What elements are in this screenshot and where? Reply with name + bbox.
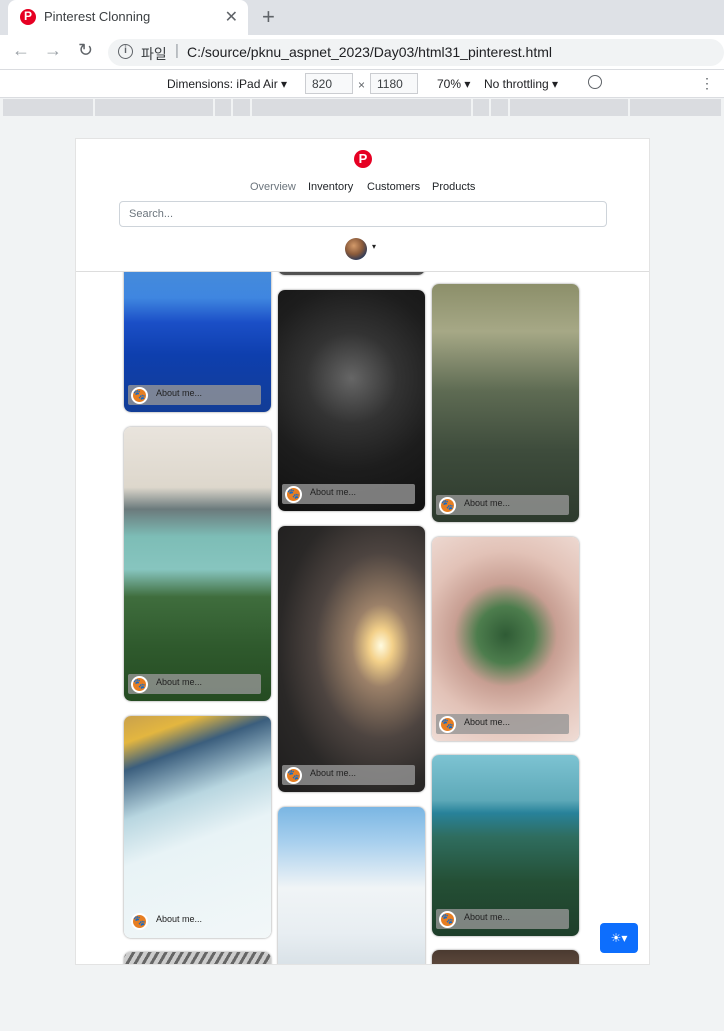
page-header: P Overview Inventory Customers Products … xyxy=(76,139,649,272)
nav-link-products[interactable]: Products xyxy=(432,181,475,193)
media-query-ruler[interactable] xyxy=(3,99,721,116)
card-caption-text: About me... xyxy=(464,717,511,727)
theme-toggle-button[interactable]: ☀▾ xyxy=(600,923,638,953)
browser-tab[interactable]: Pinterest Clonning ✕ xyxy=(8,0,248,35)
pin-card[interactable]: 🐾 About me... xyxy=(278,526,425,792)
paw-avatar-icon: 🐾 xyxy=(131,387,148,404)
paw-avatar-icon: 🐾 xyxy=(439,497,456,514)
card-caption-text: About me... xyxy=(310,487,357,497)
nav-link-inventory[interactable]: Inventory xyxy=(308,181,353,193)
pin-card[interactable]: 🐾 About me... xyxy=(278,290,425,511)
card-caption: 🐾 About me... xyxy=(436,495,569,515)
paw-avatar-icon: 🐾 xyxy=(131,676,148,693)
dimension-times-sign: × xyxy=(358,78,366,92)
user-avatar[interactable] xyxy=(345,238,367,260)
back-arrow-icon[interactable]: ← xyxy=(12,40,30,61)
tab-title: Pinterest Clonning xyxy=(44,9,151,24)
paw-avatar-icon: 🐾 xyxy=(285,767,302,784)
search-input[interactable] xyxy=(119,201,607,227)
tab-close-icon[interactable]: ✕ xyxy=(225,7,238,27)
card-caption-text: About me... xyxy=(464,912,511,922)
pin-card[interactable]: 🐾 About me... xyxy=(124,427,271,701)
browser-toolbar: ← → ↻ i 파일 | C:/source/pknu_aspnet_2023/… xyxy=(0,35,724,70)
card-caption: 🐾 About me... xyxy=(282,765,415,785)
pin-card[interactable]: 🐾 About me... xyxy=(124,716,271,938)
scheme-label: 파일 xyxy=(141,46,167,62)
card-caption-text: About me... xyxy=(310,768,357,778)
pin-card[interactable]: 🐾 About me... xyxy=(124,249,271,412)
zoom-select[interactable]: 70% ▾ xyxy=(437,77,470,91)
card-caption-text: About me... xyxy=(156,914,203,924)
throttling-select[interactable]: No throttling ▾ xyxy=(484,77,558,91)
card-caption: 🐾 About me... xyxy=(128,674,261,694)
card-caption: 🐾 About me... xyxy=(436,909,569,929)
card-caption: 🐾 About me... xyxy=(128,385,261,405)
pin-card[interactable] xyxy=(278,807,425,964)
nav-link-customers[interactable]: Customers xyxy=(367,181,420,193)
pin-card[interactable] xyxy=(124,952,271,964)
paw-avatar-icon: 🐾 xyxy=(131,913,148,930)
device-height-input[interactable]: 1180 xyxy=(370,73,418,94)
card-caption: 🐾 About me... xyxy=(436,714,569,734)
url-separator: | xyxy=(175,42,179,59)
pin-card[interactable]: 🐾 About me... xyxy=(432,284,579,522)
card-caption: 🐾 About me... xyxy=(128,911,261,931)
reload-icon[interactable]: ↻ xyxy=(78,40,93,61)
paw-avatar-icon: 🐾 xyxy=(439,716,456,733)
card-caption-text: About me... xyxy=(156,677,203,687)
card-caption-text: About me... xyxy=(464,498,511,508)
card-caption: 🐾 About me... xyxy=(282,484,415,504)
pinterest-favicon-icon xyxy=(20,9,36,25)
pin-card[interactable]: 🐾 About me... xyxy=(432,755,579,936)
pin-card[interactable] xyxy=(432,950,579,964)
device-toolbar: Dimensions: iPad Air ▾ 820 × 1180 70% ▾ … xyxy=(0,70,724,98)
paw-avatar-icon: 🐾 xyxy=(439,911,456,928)
nav-link-overview[interactable]: Overview xyxy=(250,181,296,193)
pin-card[interactable]: 🐾 About me... xyxy=(432,537,579,741)
caret-down-icon[interactable]: ▾ xyxy=(372,242,376,251)
card-caption-text: About me... xyxy=(156,388,203,398)
emulated-viewport: 🐾 About me... 🐾 About me... 🐾 About me..… xyxy=(75,138,650,965)
device-dimensions-select[interactable]: Dimensions: iPad Air ▾ xyxy=(167,77,287,91)
rotate-icon[interactable] xyxy=(588,75,602,89)
address-bar[interactable]: i 파일 | C:/source/pknu_aspnet_2023/Day03/… xyxy=(108,39,724,66)
url-text[interactable]: C:/source/pknu_aspnet_2023/Day03/html31_… xyxy=(187,44,552,60)
more-options-icon[interactable]: ⋮ xyxy=(700,75,714,92)
browser-tab-bar: Pinterest Clonning ✕ + xyxy=(0,0,724,35)
device-width-input[interactable]: 820 xyxy=(305,73,353,94)
info-icon[interactable]: i xyxy=(118,44,133,59)
forward-arrow-icon[interactable]: → xyxy=(44,40,62,61)
paw-avatar-icon: 🐾 xyxy=(285,486,302,503)
pinterest-logo-icon[interactable]: P xyxy=(354,150,372,168)
new-tab-icon[interactable]: + xyxy=(262,4,275,30)
